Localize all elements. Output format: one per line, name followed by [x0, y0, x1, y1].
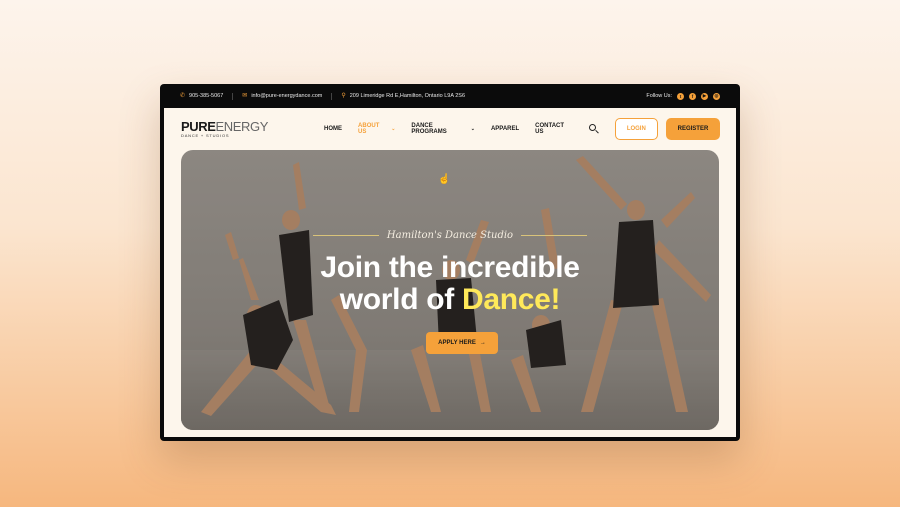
arrow-right-icon: →	[479, 340, 486, 346]
phone-text: 905-385-5067	[189, 93, 224, 99]
location-pin-icon: ⚲	[341, 93, 346, 99]
logo-name-accent: ENERGY	[215, 119, 269, 134]
instagram-icon[interactable]: ◎	[713, 92, 720, 100]
nav-item-label: CONTACT US	[535, 123, 565, 135]
headline-line-2: world of Dance!	[181, 284, 719, 316]
search-icon[interactable]	[588, 124, 599, 134]
nav-item-label: HOME	[324, 126, 343, 132]
nav-item-contact-us[interactable]: CONTACT US	[535, 123, 573, 135]
site-logo[interactable]: PUREENERGY DANCE + STUDIOS	[181, 120, 268, 138]
register-button[interactable]: REGISTER	[665, 118, 720, 140]
nav-item-label: APPAREL	[490, 126, 520, 132]
phone-icon: ✆	[180, 93, 186, 99]
kicker-text: Hamilton's Dance Studio	[386, 230, 514, 241]
mail-icon: ✉	[242, 93, 248, 99]
chevron-down-icon: ⌄	[470, 126, 475, 132]
logo-name-main: PURE	[181, 119, 216, 134]
search-icon-handle	[594, 129, 599, 134]
facebook-icon[interactable]: f	[689, 92, 696, 100]
hero-headline: Join the incredible world of Dance!	[181, 252, 719, 316]
browser-frame: ✆ 905-385-5067 ✉ info@pure-energydance.c…	[160, 84, 740, 441]
logo-wordmark: PUREENERGY	[181, 120, 268, 133]
logo-tagline: DANCE + STUDIOS	[181, 133, 230, 138]
nav-menu: HOME ABOUT US ⌄ DANCE PROGRAMS ⌄ APPAREL C…	[324, 123, 573, 135]
web-page: PUREENERGY DANCE + STUDIOS HOME ABOUT US…	[164, 108, 736, 437]
nav-item-about-us[interactable]: ABOUT US ⌄	[358, 123, 395, 135]
apply-here-label: APPLY HERE	[438, 340, 476, 346]
divider	[232, 92, 234, 100]
address-text: 209 Limeridge Rd E,Hamilton, Ontario L9A…	[349, 93, 466, 99]
login-button[interactable]: LOGIN	[614, 118, 658, 140]
hero-kicker: Hamilton's Dance Studio	[181, 230, 719, 241]
nav-item-home[interactable]: HOME	[324, 126, 342, 132]
top-info-bar: ✆ 905-385-5067 ✉ info@pure-energydance.c…	[160, 84, 740, 108]
hand-pointer-icon: ☝	[438, 174, 451, 185]
social-follow: Follow Us: t f ▶ ◎	[646, 92, 720, 100]
youtube-icon[interactable]: ▶	[701, 92, 708, 100]
nav-item-apparel[interactable]: APPAREL	[491, 126, 519, 132]
main-navbar: PUREENERGY DANCE + STUDIOS HOME ABOUT US…	[164, 108, 736, 150]
phone-contact[interactable]: ✆ 905-385-5067	[180, 93, 223, 99]
divider	[331, 92, 333, 100]
nav-item-label: ABOUT US	[358, 123, 380, 135]
headline-line-1: Join the incredible	[320, 251, 580, 284]
hero-banner: ☝ Hamilton's Dance Studio Join the incre…	[181, 150, 719, 430]
headline-line-2-prefix: world of	[339, 283, 463, 316]
address-contact[interactable]: ⚲ 209 Limeridge Rd E,Hamilton, Ontario L…	[341, 93, 465, 99]
follow-label: Follow Us:	[646, 93, 672, 99]
chevron-down-icon: ⌄	[391, 126, 396, 132]
kicker-line-left	[312, 235, 379, 236]
kicker-line-right	[521, 235, 588, 236]
email-contact[interactable]: ✉ info@pure-energydance.com	[242, 93, 322, 99]
nav-item-dance-programs[interactable]: DANCE PROGRAMS ⌄	[411, 123, 475, 135]
headline-highlight: Dance!	[462, 283, 561, 316]
nav-item-label: DANCE PROGRAMS	[411, 123, 447, 135]
email-text: info@pure-energydance.com	[251, 93, 323, 99]
apply-here-button[interactable]: APPLY HERE →	[426, 332, 498, 354]
twitter-icon[interactable]: t	[677, 92, 684, 100]
